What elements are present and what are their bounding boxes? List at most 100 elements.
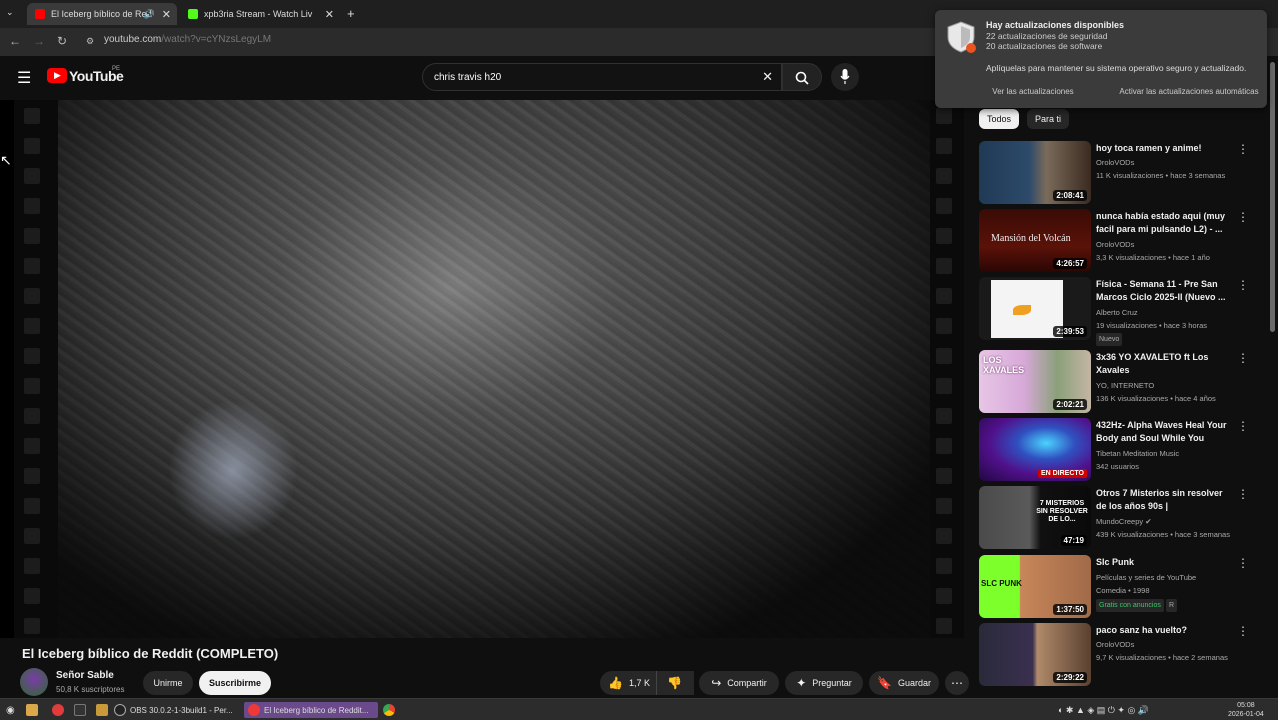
tab-title: El Iceberg bíblico de Red [51,9,152,19]
vivaldi-icon[interactable] [52,702,68,718]
site-info-icon[interactable]: ⚙ [86,36,94,47]
files-icon[interactable] [26,702,42,718]
more-actions-button[interactable]: ⋯ [945,671,969,695]
recommendation-item[interactable]: LOS XAVALES 2:02:21 3x36 YO XAVALETO ft … [979,350,1269,414]
folder-icon[interactable] [96,702,112,718]
app-menu-icon[interactable]: ◉ [6,702,15,718]
channel-name[interactable]: Señor Sable [56,670,114,681]
voice-search-button[interactable] [831,63,859,91]
thumbnail-text: Mansión del Volcán [991,233,1071,244]
more-horizontal-icon: ⋯ [951,676,963,690]
rec-meta: Comedia • 1998 [1096,586,1150,595]
update-notification[interactable]: Hay actualizaciones disponibles 22 actua… [935,10,1267,108]
youtube-logo-icon[interactable]: ▶ [47,68,67,83]
film-strip-right [926,100,964,638]
recommendation-item[interactable]: Mansión del Volcán 4:26:57 nunca había e… [979,209,1269,273]
recommendation-item[interactable]: 2:39:53 Física - Semana 11 - Pre San Mar… [979,277,1269,346]
rec-title: Otros 7 Misterios sin resolver de los añ… [1096,488,1223,511]
rec-channel-row: MundoCreepy ✔ [1096,516,1246,527]
join-button[interactable]: Unirme [143,671,193,695]
subscribe-button[interactable]: Suscribirme [199,671,271,695]
chip-para-ti[interactable]: Para ti [1027,109,1070,129]
rec-channel: OroloVODs [1096,240,1135,249]
menu-icon[interactable]: ☰ [17,68,31,88]
save-button[interactable]: 🔖 Guardar [869,671,939,695]
video-thumbnail: 7 MISTERIOS SIN RESOLVER DE LO... 47:19 [979,486,1091,549]
search-input[interactable]: chris travis h20 ✕ [422,63,782,91]
rec-channel: Tibetan Meditation Music [1096,449,1180,458]
view-updates-label: Ver las actualizaciones [992,86,1074,96]
scrollbar[interactable] [1270,62,1275,332]
new-tab-icon[interactable]: + [347,6,355,21]
more-vertical-icon[interactable]: ⋮ [1237,556,1249,570]
share-button[interactable]: ↪ Compartir [699,671,779,695]
join-label: Unirme [153,678,183,688]
more-vertical-icon[interactable]: ⋮ [1237,210,1249,224]
dislike-button[interactable]: 👎 [656,671,692,695]
view-updates-button[interactable]: Ver las actualizaciones [953,82,1113,100]
microphone-icon [840,69,850,84]
more-vertical-icon[interactable]: ⋮ [1237,487,1249,501]
close-tab-icon[interactable]: ✕ [325,8,334,21]
tab-list-icon[interactable]: ⌄ [6,7,14,18]
back-icon[interactable]: ← [9,34,21,48]
forward-icon[interactable]: → [33,34,45,48]
url-field[interactable]: youtube.com/watch?v=cYNzsLegyLM [104,34,271,45]
more-vertical-icon[interactable]: ⋮ [1237,419,1249,433]
video-thumbnail: 2:29:22 [979,623,1091,686]
enable-auto-updates-button[interactable]: Activar las actualizaciones automáticas [1115,82,1263,100]
subscribe-label: Suscribirme [208,678,262,688]
more-vertical-icon[interactable]: ⋮ [1237,351,1249,365]
speaker-icon[interactable]: 🔊 [144,9,155,20]
rec-channel: YO, INTERNETO [1096,381,1155,390]
rec-channel: MundoCreepy [1096,517,1144,526]
taskbar-obs[interactable]: OBS 30.0.2-1-3build1 - Per... [114,702,233,718]
tab-kick[interactable]: xpb3ria Stream - Watch Liv ✕ [180,3,340,25]
chrome-icon[interactable] [383,702,399,718]
like-count: 1,7 K [628,678,650,688]
rec-title: hoy toca ramen y anime! [1096,143,1202,153]
more-vertical-icon[interactable]: ⋮ [1237,142,1249,156]
chip-todos[interactable]: Todos [979,109,1020,129]
duration-badge: 2:29:22 [1053,672,1087,683]
clear-search-icon[interactable]: ✕ [762,69,773,85]
channel-avatar[interactable] [20,668,48,696]
rec-channel: Alberto Cruz [1096,308,1138,317]
duration-badge: 1:37:50 [1053,604,1087,615]
film-strip-left [14,100,58,638]
rec-meta: 9,7 K visualizaciones • hace 2 semanas [1096,653,1228,662]
more-vertical-icon[interactable]: ⋮ [1237,624,1249,638]
recommendation-item[interactable]: 2:08:41 hoy toca ramen y anime! OroloVOD… [979,141,1269,205]
auto-updates-label: Activar las actualizaciones automáticas [1119,86,1259,96]
system-tray[interactable]: ◐ ✱ ▲ ◈ ▤ ⏻ ✦ ◎ 🔊 [1058,702,1149,718]
security-updates-count: 22 actualizaciones de seguridad [986,31,1108,41]
close-tab-icon[interactable]: ✕ [162,8,171,21]
duration-badge: 2:02:21 [1053,399,1087,410]
sparkle-icon: ✦ [796,676,807,690]
region-code: PE [112,66,121,72]
mouse-cursor-icon: ↖ [0,152,12,168]
thumbnail-text: LOS XAVALES [983,355,1025,375]
software-updates-count: 20 actualizaciones de software [986,41,1103,51]
recommendation-item[interactable]: EN DIRECTO 432Hz- Alpha Waves Heal Your … [979,418,1269,482]
more-vertical-icon[interactable]: ⋮ [1237,278,1249,292]
search-button[interactable] [782,63,822,91]
rec-title: 432Hz- Alpha Waves Heal Your Body and So… [1096,420,1227,443]
clock-date: 2026-01-04 [1228,711,1264,718]
thumbs-up-icon: 👍 [608,676,623,690]
recommendation-item[interactable]: 7 MISTERIOS SIN RESOLVER DE LO... 47:19 … [979,486,1269,550]
clock[interactable]: 05:08 2026-01-04 [1228,701,1264,719]
reload-icon[interactable]: ↻ [57,34,67,48]
ask-button[interactable]: ✦ Preguntar [785,671,863,695]
live-badge: EN DIRECTO [1037,469,1087,478]
video-thumbnail: SLC PUNK 1:37:50 [979,555,1091,618]
tab-youtube[interactable]: El Iceberg bíblico de Red 🔊 ✕ [27,3,177,25]
clock-time: 05:08 [1237,702,1255,709]
taskbar-browser[interactable]: El Iceberg bíblico de Reddit... [244,702,378,718]
recommendation-item[interactable]: 2:29:22 paco sanz ha vuelto? OroloVODs 9… [979,623,1269,687]
video-thumbnail: EN DIRECTO [979,418,1091,481]
terminal-icon[interactable] [74,702,90,718]
rec-meta: 136 K visualizaciones • hace 4 años [1096,394,1216,403]
video-player[interactable]: ↖ [0,100,964,638]
recommendation-item[interactable]: SLC PUNK 1:37:50 Slc Punk Películas y se… [979,555,1269,619]
